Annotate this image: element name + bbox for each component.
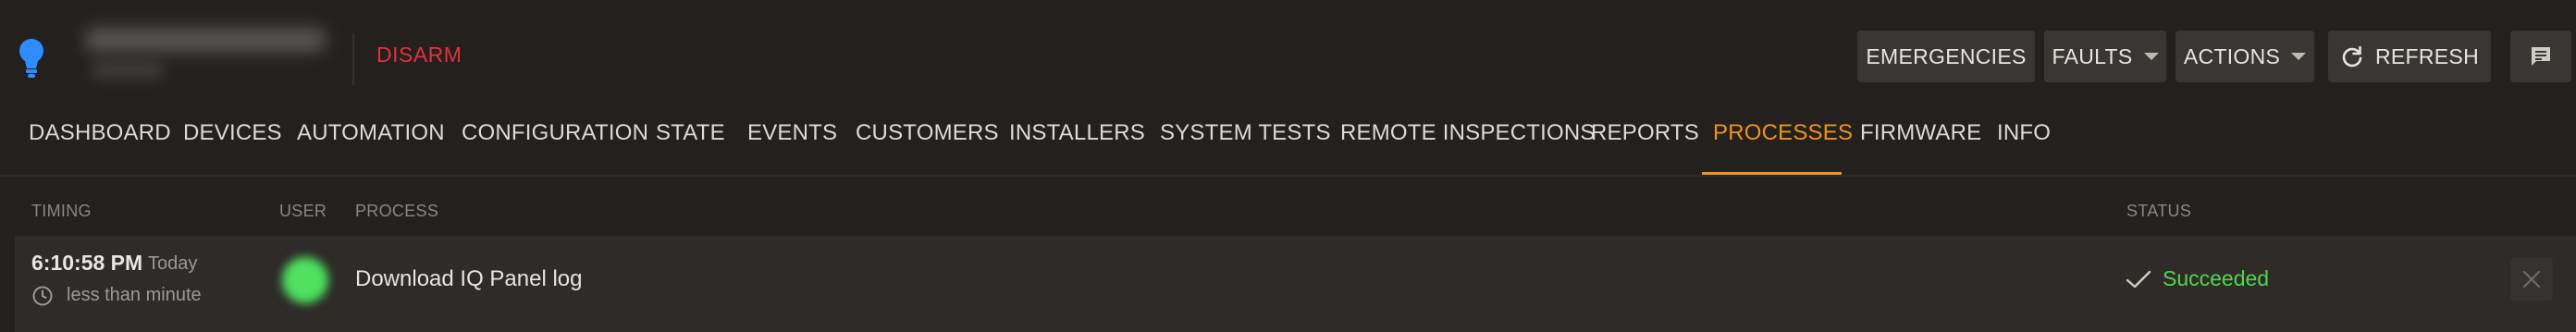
chevron-down-icon bbox=[2143, 53, 2159, 60]
tab-dashboard[interactable]: DASHBOARD bbox=[29, 120, 171, 146]
refresh-label: REFRESH bbox=[2374, 43, 2479, 68]
device-name-redacted bbox=[85, 28, 326, 52]
faults-button[interactable]: FAULTS bbox=[2044, 31, 2166, 82]
messages-button[interactable] bbox=[2510, 31, 2571, 82]
column-header-timing: TIMING bbox=[31, 202, 92, 220]
actions-button[interactable]: ACTIONS bbox=[2175, 31, 2314, 82]
avatar bbox=[282, 257, 328, 303]
process-day: Today bbox=[148, 253, 198, 274]
nav-divider bbox=[0, 175, 2576, 177]
chevron-down-icon bbox=[2291, 53, 2307, 60]
emergencies-label: EMERGENCIES bbox=[1866, 43, 2027, 68]
header-divider bbox=[352, 33, 354, 85]
emergencies-button[interactable]: EMERGENCIES bbox=[1857, 31, 2035, 82]
tab-devices[interactable]: DEVICES bbox=[183, 120, 282, 146]
tab-configuration[interactable]: CONFIGURATION bbox=[462, 120, 648, 146]
tab-remote-inspections[interactable]: REMOTE INSPECTIONS bbox=[1340, 120, 1596, 146]
faults-label: FAULTS bbox=[2052, 43, 2133, 68]
close-icon bbox=[2522, 270, 2541, 289]
process-name: Download IQ Panel log bbox=[355, 266, 583, 291]
tab-state[interactable]: STATE bbox=[656, 120, 725, 146]
top-bar: DISARM EMERGENCIES FAULTS ACTIONS REFRES… bbox=[0, 0, 2576, 116]
refresh-button[interactable]: REFRESH bbox=[2328, 31, 2491, 82]
tab-info[interactable]: INFO bbox=[1997, 120, 2051, 146]
tab-system-tests[interactable]: SYSTEM TESTS bbox=[1160, 120, 1331, 146]
process-duration: less than minute bbox=[67, 285, 202, 305]
process-time: 6:10:58 PM bbox=[31, 251, 143, 275]
tab-firmware[interactable]: FIRMWARE bbox=[1860, 120, 1981, 146]
status-badge: Succeeded bbox=[2163, 266, 2270, 290]
lightbulb-icon bbox=[19, 39, 43, 78]
checkmark-icon bbox=[2126, 270, 2151, 289]
column-header-user: USER bbox=[279, 202, 327, 220]
tab-events[interactable]: EVENTS bbox=[747, 120, 837, 146]
tab-installers[interactable]: INSTALLERS bbox=[1009, 120, 1145, 146]
actions-label: ACTIONS bbox=[2183, 43, 2281, 68]
tab-reports[interactable]: REPORTS bbox=[1591, 120, 1699, 146]
column-header-process: PROCESS bbox=[355, 202, 439, 220]
dismiss-button[interactable] bbox=[2510, 258, 2553, 301]
chat-icon bbox=[2532, 47, 2550, 66]
column-header-status: STATUS bbox=[2126, 202, 2192, 220]
refresh-icon bbox=[2342, 45, 2362, 68]
disarm-status[interactable]: DISARM bbox=[376, 43, 462, 68]
tab-processes[interactable]: PROCESSES bbox=[1713, 120, 1853, 146]
clock-icon bbox=[32, 286, 53, 306]
tab-automation[interactable]: AUTOMATION bbox=[297, 120, 445, 146]
tab-customers[interactable]: CUSTOMERS bbox=[856, 120, 999, 146]
main-nav: DASHBOARD DEVICES AUTOMATION CONFIGURATI… bbox=[0, 102, 2576, 176]
device-subtitle-redacted bbox=[91, 63, 165, 78]
